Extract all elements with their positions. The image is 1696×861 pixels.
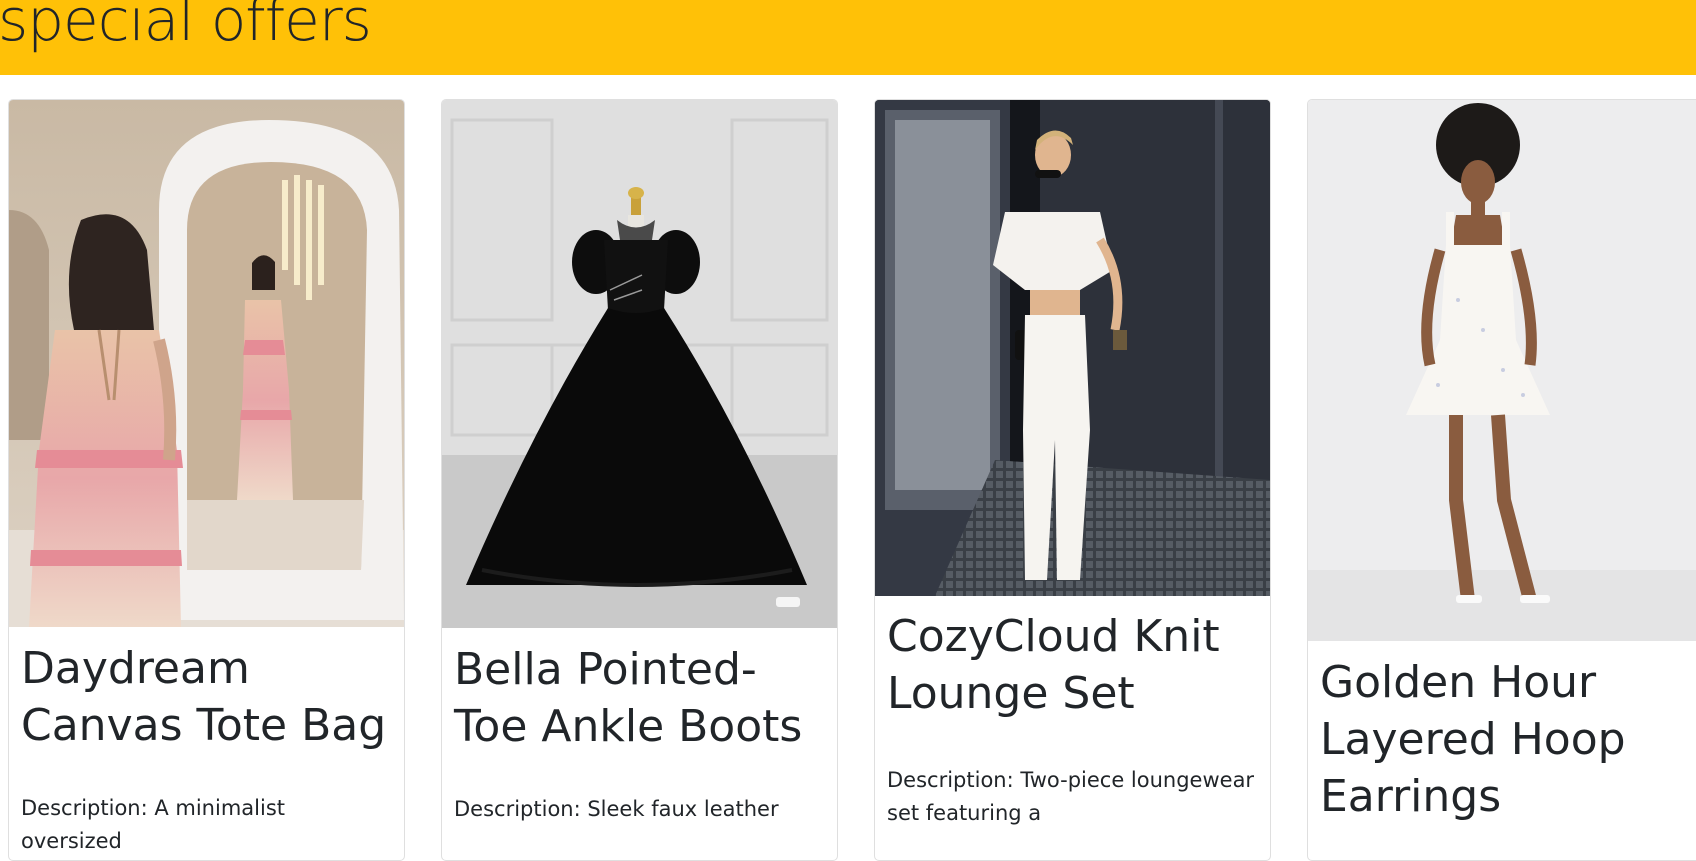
product-image[interactable] xyxy=(442,100,837,628)
product-card[interactable]: CozyCloud Knit Lounge Set Description: T… xyxy=(874,99,1271,861)
product-name[interactable]: Golden Hour Layered Hoop Earrings xyxy=(1320,654,1690,825)
product-image[interactable] xyxy=(1308,100,1696,641)
product-card[interactable]: Bella Pointed-Toe Ankle Boots Descriptio… xyxy=(441,99,838,861)
product-card[interactable]: Golden Hour Layered Hoop Earrings xyxy=(1307,99,1696,861)
product-name[interactable]: Daydream Canvas Tote Bag xyxy=(21,640,391,754)
product-description: Description: A minimalist oversized xyxy=(21,796,285,853)
special-offers-banner: special offers xyxy=(0,0,1696,75)
product-image[interactable] xyxy=(875,100,1270,596)
product-image[interactable] xyxy=(9,100,404,627)
product-name[interactable]: Bella Pointed-Toe Ankle Boots xyxy=(454,641,824,755)
product-card[interactable]: Daydream Canvas Tote Bag Description: A … xyxy=(8,99,405,861)
product-name[interactable]: CozyCloud Knit Lounge Set xyxy=(887,608,1257,722)
product-description: Description: Sleek faux leather xyxy=(454,797,779,821)
product-description: Description: Two-piece loungewear set fe… xyxy=(887,768,1255,825)
banner-title: special offers xyxy=(0,0,372,54)
